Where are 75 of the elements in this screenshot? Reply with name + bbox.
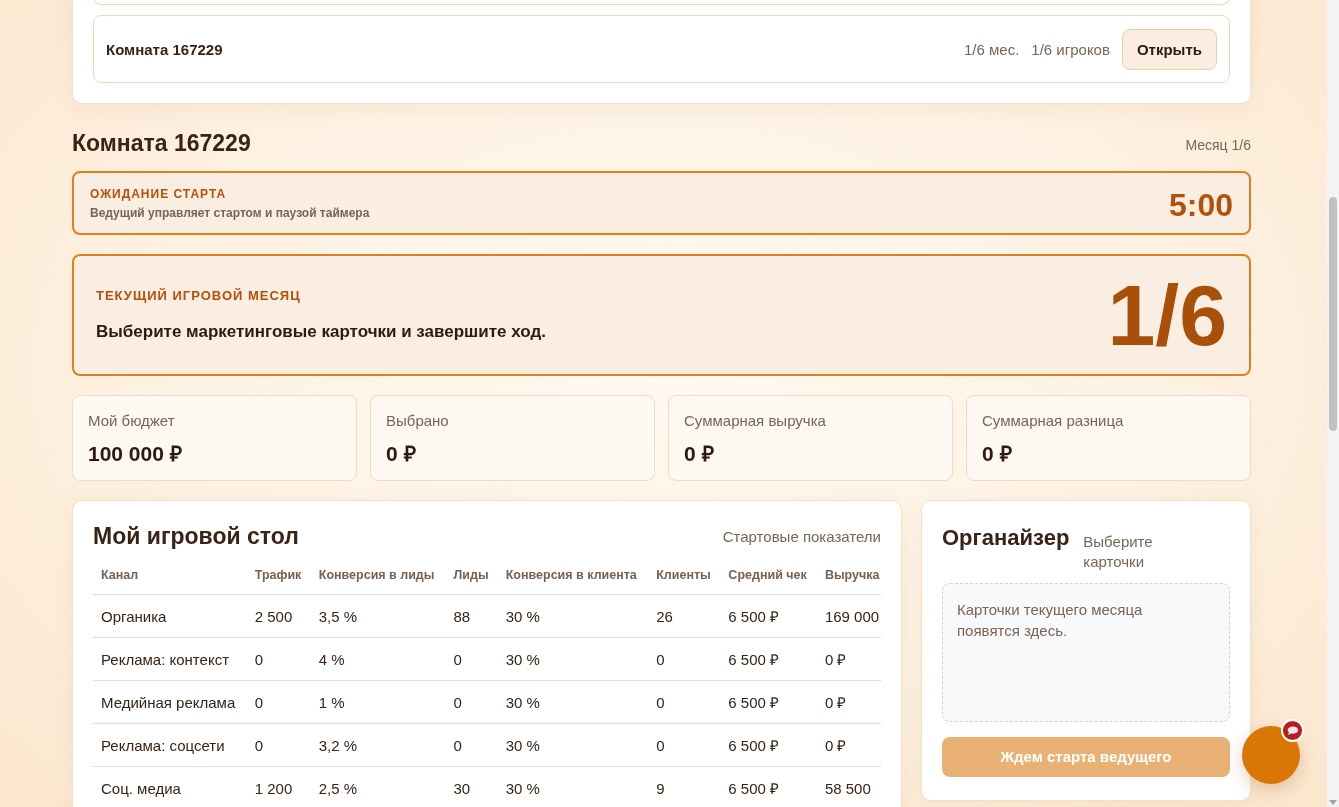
table-cell: 6 500 ₽ xyxy=(720,680,817,724)
current-month-value: 1/6 xyxy=(1107,272,1227,358)
table-cell: 30 xyxy=(445,766,498,807)
column-header: Конверсия в клиента xyxy=(497,568,649,595)
table-cell: 4 % xyxy=(310,637,446,681)
stat-value: 0 ₽ xyxy=(982,441,1013,467)
table-cell: 30 % xyxy=(497,637,649,681)
table-cell: 58 500 xyxy=(816,766,881,807)
table-cell: 6 500 ₽ xyxy=(720,766,817,807)
stat-value: 100 000 ₽ xyxy=(88,441,183,467)
table-cell: 30 % xyxy=(497,723,649,767)
table-cell: 30 % xyxy=(497,766,649,807)
card-drop-area[interactable]: Карточки текущего месяца появятся здесь. xyxy=(942,582,1230,722)
table-cell: Органика xyxy=(93,594,247,638)
scrollbar-thumb[interactable] xyxy=(1329,197,1337,431)
table-cell: 6 500 ₽ xyxy=(720,723,817,767)
room-title: Комната 167229 xyxy=(72,129,251,157)
table-cell: 30 % xyxy=(497,680,649,724)
column-header: Трафик xyxy=(246,568,311,595)
table-cell: 3,2 % xyxy=(310,723,446,767)
column-header: Клиенты xyxy=(648,568,721,595)
table-cell: 6 500 ₽ xyxy=(720,594,817,638)
table-cell: Соц. медиа xyxy=(93,766,247,807)
timer-value: 5:00 xyxy=(1168,186,1233,224)
table-cell: 0 xyxy=(445,637,498,681)
stat-value: 0 ₽ xyxy=(386,441,417,467)
room-players: 1/6 игроков xyxy=(1031,40,1110,58)
stat-value: 0 ₽ xyxy=(684,441,715,467)
table-cell: 26 xyxy=(648,594,721,638)
stat-label: Суммарная выручка xyxy=(684,412,827,429)
timer-note: Ведущий управляет стартом и паузой таймера xyxy=(90,205,370,220)
table-cell: 0 xyxy=(648,637,721,681)
column-header: Канал xyxy=(93,568,247,595)
scroll-down-icon[interactable] xyxy=(1329,800,1337,805)
table-cell: 30 % xyxy=(497,594,649,638)
table-cell: Реклама: соцсети xyxy=(93,723,247,767)
column-header: Лиды xyxy=(445,568,498,595)
table-cell: 0 xyxy=(445,680,498,724)
table-cell: Медийная реклама xyxy=(93,680,247,724)
open-button[interactable]: Открыть xyxy=(1121,28,1217,70)
game-table-subtitle: Стартовые показатели xyxy=(722,528,881,545)
column-header: Выручка xyxy=(816,568,881,595)
table-cell: 0 xyxy=(246,637,311,681)
stat-label: Суммарная разница xyxy=(982,412,1125,429)
table-cell: 2 500 xyxy=(246,594,311,638)
organizer-hint: Выберите карточки xyxy=(1083,532,1154,573)
room-name: Комната 167229 xyxy=(106,40,223,58)
game-table-title: Мой игровой стол xyxy=(93,523,299,550)
table-cell: 0 xyxy=(648,723,721,767)
column-header: Средний чек xyxy=(720,568,817,595)
month-instruction: Выберите маркетинговые карточки и завершите ход. xyxy=(96,322,546,342)
table-cell: 0 ₽ xyxy=(816,680,881,724)
column-header: Конверсия в лиды xyxy=(310,568,446,595)
table-cell: 0 xyxy=(246,680,311,724)
stat-label: Выбрано xyxy=(386,412,450,429)
room-month: 1/6 мес. xyxy=(964,40,1020,58)
table-cell: 6 500 ₽ xyxy=(720,637,817,681)
table-cell: 1 200 xyxy=(246,766,311,807)
table-cell: 3,5 % xyxy=(310,594,446,638)
table-cell: 0 xyxy=(246,723,311,767)
current-month-label: ТЕКУЩИЙ ИГРОВОЙ МЕСЯЦ xyxy=(96,288,302,303)
timer-status: ОЖИДАНИЕ СТАРТА xyxy=(90,186,228,201)
organizer-title: Органайзер xyxy=(942,525,1070,551)
table-cell: 0 ₽ xyxy=(816,723,881,767)
table-cell: Реклама: контекст xyxy=(93,637,247,681)
table-cell: 0 ₽ xyxy=(816,637,881,681)
table-cell: 2,5 % xyxy=(310,766,446,807)
table-cell: 0 xyxy=(648,680,721,724)
stat-label: Мой бюджет xyxy=(88,412,176,429)
table-cell: 0 xyxy=(445,723,498,767)
table-cell: 88 xyxy=(445,594,498,638)
table-cell: 169 000 xyxy=(816,594,881,638)
table-cell: 1 % xyxy=(310,680,446,724)
month-label: Месяц 1/6 xyxy=(1185,137,1251,153)
table-cell: 9 xyxy=(648,766,721,807)
